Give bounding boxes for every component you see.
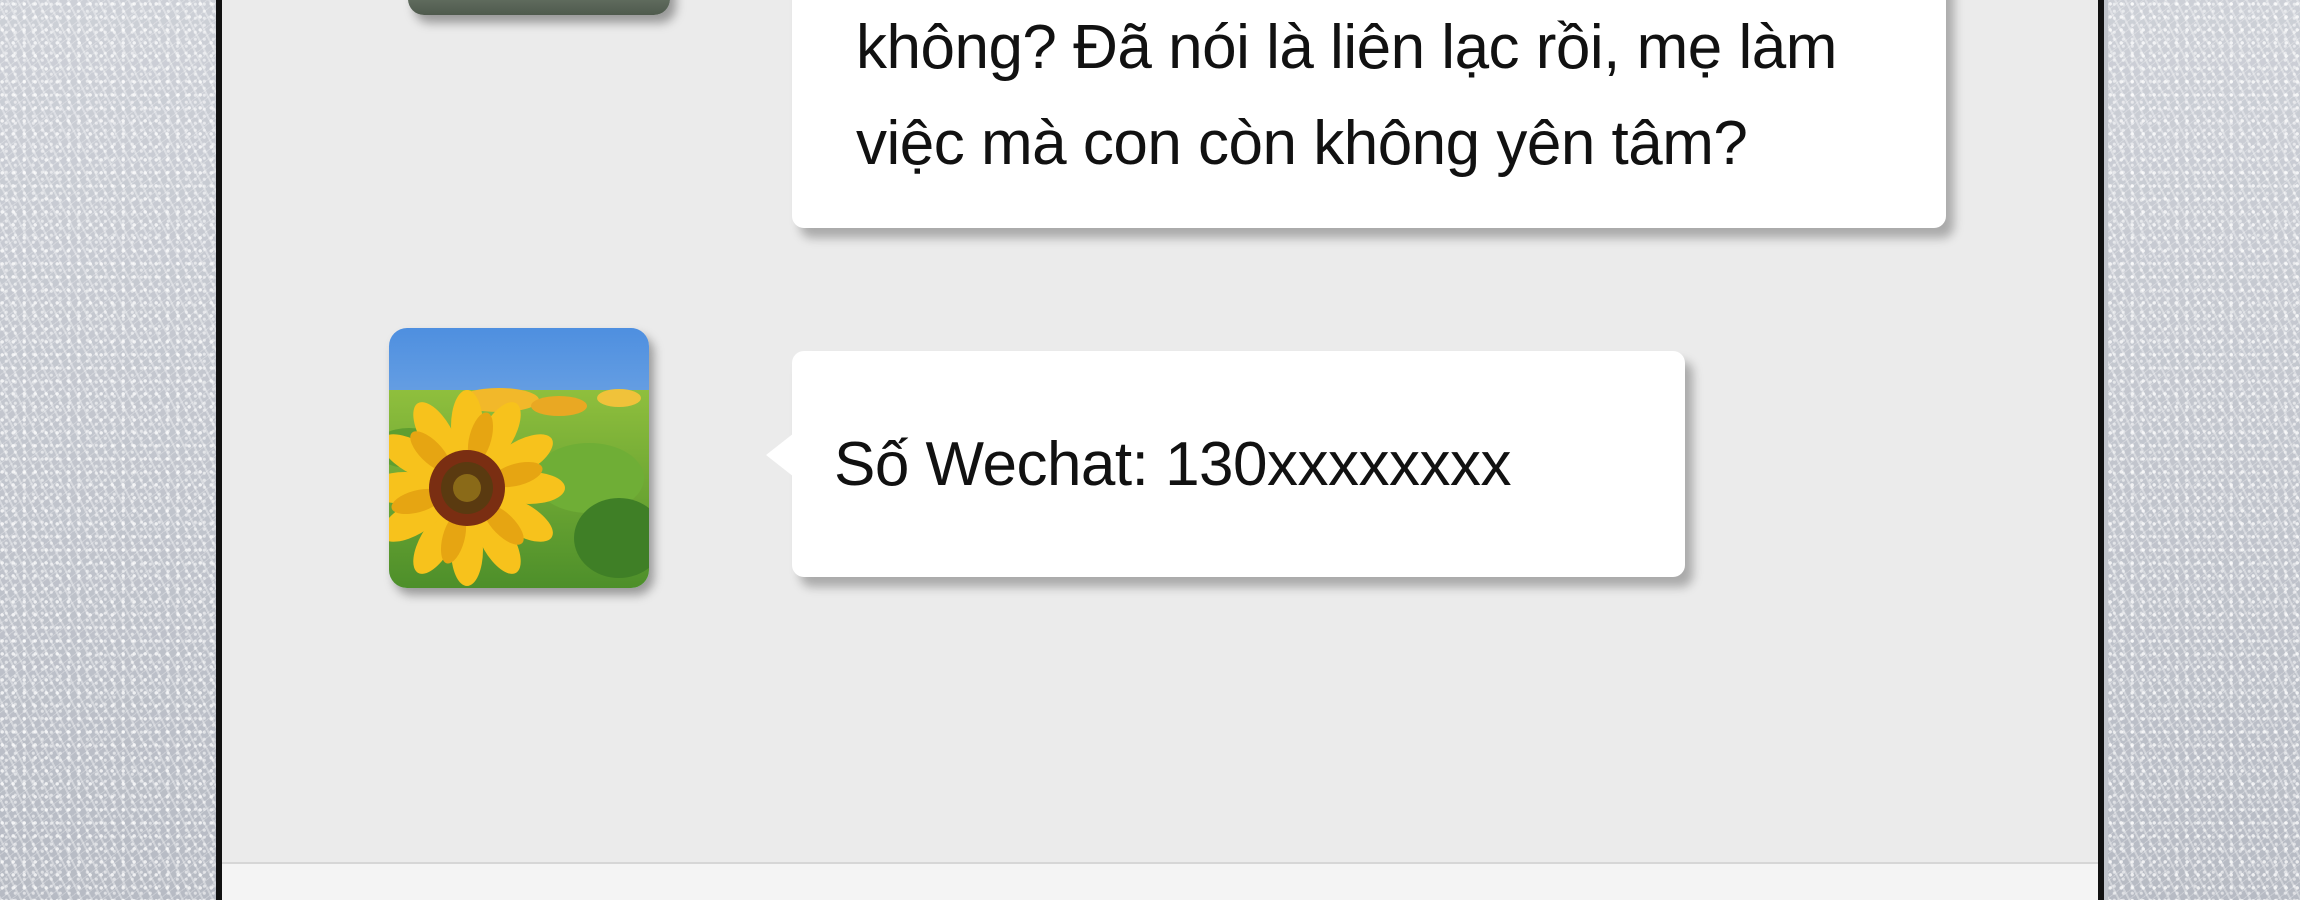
left-textured-margin	[0, 0, 216, 900]
chat-panel: không? Đã nói là liên lạc rồi, mẹ làm vi…	[222, 0, 2098, 900]
message-text-line: việc mà con còn không yên tâm?	[856, 109, 1748, 178]
message-text: Số Wechat: 130xxxxxxxx	[834, 430, 1512, 499]
input-bar[interactable]	[222, 864, 2098, 900]
message-text-line: không? Đã nói là liên lạc rồi, mẹ làm	[856, 13, 1837, 82]
bubble-tail	[766, 433, 794, 477]
previous-avatar	[408, 0, 670, 15]
phone-frame-right-edge	[2098, 0, 2104, 900]
right-textured-margin	[2108, 0, 2300, 900]
message-bubble: không? Đã nói là liên lạc rồi, mẹ làm vi…	[792, 0, 1946, 228]
sunflower-avatar[interactable]	[389, 328, 649, 588]
message-bubble-wechat: Số Wechat: 130xxxxxxxx	[766, 351, 1685, 577]
sunflower-icon	[389, 328, 649, 588]
